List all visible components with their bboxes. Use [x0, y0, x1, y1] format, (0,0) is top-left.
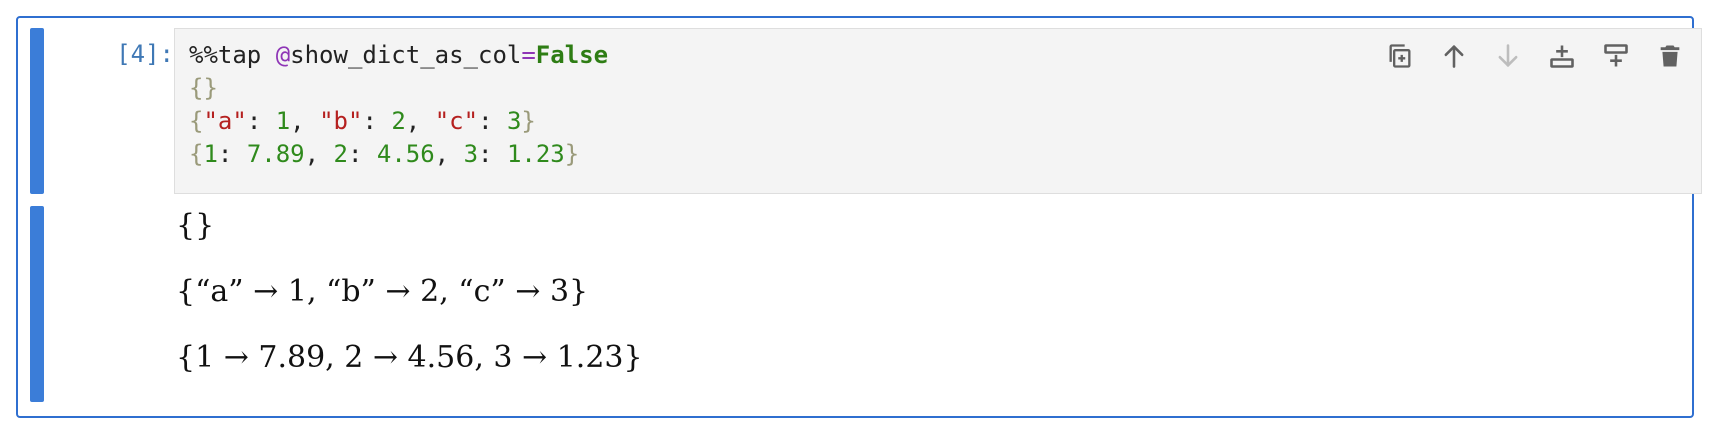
- insert-above-icon: [1550, 45, 1574, 68]
- code-token: "b": [319, 107, 363, 135]
- arrow-up-icon: [1444, 45, 1464, 68]
- trash-icon: [1660, 45, 1680, 67]
- insert-below-icon: [1604, 44, 1628, 67]
- output-line-num-dict: {1 → 7.89, 2 → 4.56, 3 → 1.23}: [176, 340, 643, 375]
- code-token: 3: [463, 140, 479, 168]
- delete-cell-button[interactable]: [1653, 39, 1687, 73]
- cell-toolbar: [1383, 39, 1687, 73]
- code-editor[interactable]: %%tap @show_dict_as_col=False{} {"a": 1, …: [174, 28, 1702, 194]
- code-token: @: [275, 41, 291, 69]
- code-token: 1: [275, 107, 291, 135]
- move-up-button[interactable]: [1437, 39, 1471, 73]
- code-token: ,: [405, 107, 435, 135]
- code-token: 1.23: [506, 140, 565, 168]
- code-content[interactable]: %%tap @show_dict_as_col=False{} {"a": 1, …: [189, 39, 608, 171]
- code-token: False: [535, 41, 609, 69]
- output-line-str-dict: {“a” → 1, “b” → 2, “c” → 3}: [176, 274, 589, 309]
- code-line: {1: 7.89, 2: 4.56, 3: 1.23}: [189, 138, 608, 171]
- code-token: {: [189, 140, 204, 168]
- code-token: 4.56: [376, 140, 435, 168]
- code-token: ,: [434, 140, 464, 168]
- code-token: :: [362, 107, 392, 135]
- move-down-button[interactable]: [1491, 39, 1525, 73]
- code-token: 2: [391, 107, 406, 135]
- code-token: show_dict_as_col: [290, 41, 522, 69]
- input-collapser[interactable]: [30, 28, 44, 194]
- code-token: }: [521, 107, 536, 135]
- execution-count-prompt: [4]:: [116, 40, 174, 68]
- code-token: %%tap: [189, 41, 276, 69]
- duplicate-cell-button[interactable]: [1383, 39, 1417, 73]
- code-token: :: [478, 107, 507, 135]
- insert-above-button[interactable]: [1545, 39, 1579, 73]
- code-token: {: [189, 107, 204, 135]
- code-token: 3: [506, 107, 522, 135]
- output-collapser[interactable]: [30, 206, 44, 402]
- code-token: :: [246, 107, 276, 135]
- code-token: :: [478, 140, 507, 168]
- code-token: :: [347, 140, 377, 168]
- code-token: =: [521, 41, 536, 69]
- duplicate-icon: [1389, 44, 1411, 68]
- code-token: "c": [434, 107, 479, 135]
- code-token: }: [564, 140, 580, 168]
- code-token: ,: [304, 140, 334, 168]
- code-line: {}: [189, 72, 608, 105]
- arrow-down-icon: [1498, 44, 1518, 67]
- code-line: {"a": 1, "b": 2, "c": 3}: [189, 105, 608, 138]
- code-token: 2: [333, 140, 348, 168]
- insert-below-button[interactable]: [1599, 39, 1633, 73]
- code-token: 1: [203, 140, 218, 168]
- code-token: {}: [189, 74, 218, 102]
- code-token: 7.89: [246, 140, 305, 168]
- output-line-empty-dict: {}: [176, 208, 215, 243]
- code-token: :: [217, 140, 247, 168]
- notebook-cell[interactable]: [4]: %%tap @show_dict_as_col=False{} {"a"…: [16, 16, 1702, 418]
- code-token: "a": [203, 107, 247, 135]
- code-token: ,: [290, 107, 320, 135]
- code-line: %%tap @show_dict_as_col=False: [189, 39, 608, 72]
